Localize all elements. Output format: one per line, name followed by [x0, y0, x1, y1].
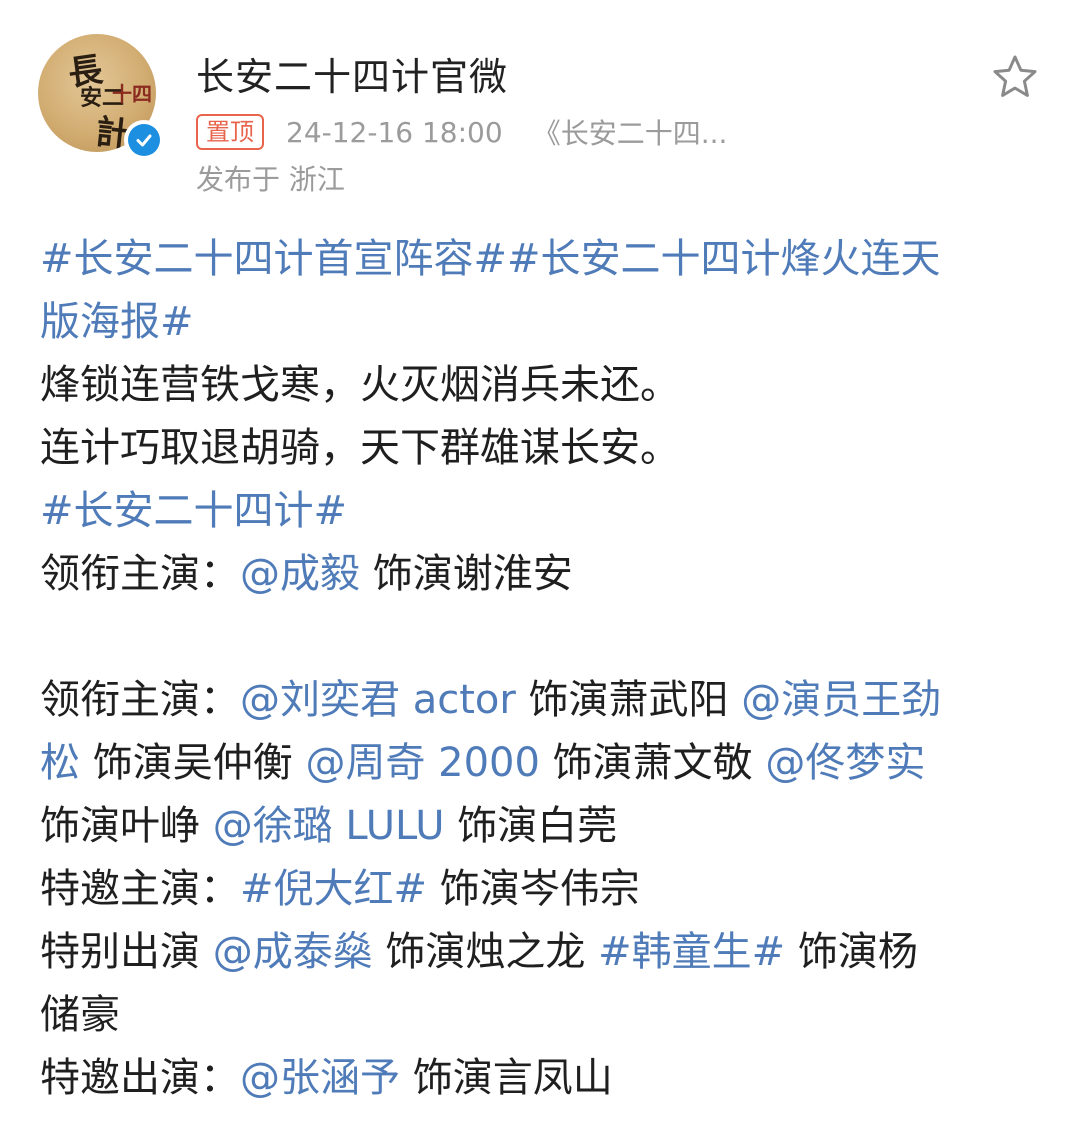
mention-link[interactable]: @刘奕君 actor [240, 677, 516, 723]
role-text: 储豪 [40, 992, 120, 1038]
text-line: 版海报# [40, 291, 1040, 354]
avatar[interactable]: 長 安二 十四 計 [38, 34, 164, 160]
text-line: #长安二十四计首宣阵容##长安二十四计烽火连天 [40, 228, 1040, 291]
verified-badge [124, 120, 164, 160]
role-text: 饰演萧文敬 [539, 740, 766, 786]
hashtag-link[interactable]: #长安二十四计烽火连天 [507, 236, 941, 282]
role-text: 饰演叶峥 [40, 803, 213, 849]
cast-line: 特别出演 @成泰燊 饰演烛之龙 #韩童生# 饰演杨 [40, 921, 1040, 984]
post-meta: 置顶 24-12-16 18:00 《长安二十四... [196, 112, 727, 152]
role-text: 饰演岑伟宗 [427, 866, 640, 912]
role-text: 饰演言凤山 [400, 1055, 613, 1101]
post-header: 長 安二 十四 計 长安二十四计官微 置顶 24-12-16 18:00 《长安… [0, 0, 1080, 220]
role-text: 饰演杨 [785, 929, 918, 975]
role-label: 领衔主演： [40, 551, 240, 597]
role-label: 特邀主演： [40, 866, 240, 912]
role-label: 特别出演 [40, 929, 213, 975]
cast-line: 松 饰演吴仲衡 @周奇 2000 饰演萧文敬 @佟梦实 [40, 732, 1040, 795]
post-source[interactable]: 《长安二十四... [533, 112, 728, 152]
mention-link[interactable]: @张涵予 [240, 1055, 400, 1101]
post-location: 发布于 浙江 [196, 163, 345, 196]
hashtag-link[interactable]: 版海报# [40, 299, 194, 345]
hashtag-link[interactable]: #倪大红# [240, 866, 427, 912]
role-text: 饰演萧武阳 [515, 677, 742, 723]
role-text: 饰演谢淮安 [360, 551, 573, 597]
mention-link[interactable]: @演员王劲 [741, 677, 941, 723]
mention-link[interactable]: @成毅 [240, 551, 360, 597]
cast-line: 领衔主演：@刘奕君 actor 饰演萧武阳 @演员王劲 [40, 669, 1040, 732]
mention-link[interactable]: @成泰燊 [213, 929, 373, 975]
poem-line: 烽锁连营铁戈寒，火灭烟消兵未还。 [40, 362, 680, 408]
hashtag-link[interactable]: #长安二十四计首宣阵容# [40, 236, 507, 282]
post-timestamp: 24-12-16 18:00 [286, 115, 503, 149]
hashtag-link[interactable]: #长安二十四计# [40, 488, 347, 534]
text-line: #长安二十四计# [40, 480, 1040, 543]
role-text: 饰演烛之龙 [372, 929, 599, 975]
mention-link[interactable]: @周奇 2000 [305, 740, 540, 786]
cast-line: 特邀出演：@张涵予 饰演言凤山 [40, 1047, 1040, 1110]
role-text: 饰演吴仲衡 [80, 740, 306, 786]
post-content: #长安二十四计首宣阵容##长安二十四计烽火连天 版海报# 烽锁连营铁戈寒，火灭烟… [40, 228, 1040, 1110]
cast-line: 领衔主演：@成毅 饰演谢淮安 [40, 543, 1040, 606]
pinned-badge: 置顶 [196, 114, 264, 150]
mention-link[interactable]: @佟梦实 [765, 740, 925, 786]
cast-line: 储豪 [40, 984, 1040, 1047]
verified-check-icon [128, 124, 160, 156]
role-label: 领衔主演： [40, 677, 240, 723]
poem-line: 连计巧取退胡骑，天下群雄谋长安。 [40, 425, 680, 471]
role-label: 特邀出演： [40, 1055, 240, 1101]
mention-link[interactable]: 松 [40, 740, 80, 786]
account-name[interactable]: 长安二十四计官微 [196, 46, 508, 101]
cast-line: 饰演叶峥 @徐璐 LULU 饰演白莞 [40, 795, 1040, 858]
star-outline-icon[interactable] [990, 52, 1040, 102]
role-text: 饰演白莞 [444, 803, 618, 849]
hashtag-link[interactable]: #韩童生# [598, 929, 785, 975]
mention-link[interactable]: @徐璐 LULU [213, 803, 445, 849]
cast-line: 特邀主演：#倪大红# 饰演岑伟宗 [40, 858, 1040, 921]
avatar-glyph: 十四 [112, 82, 152, 106]
